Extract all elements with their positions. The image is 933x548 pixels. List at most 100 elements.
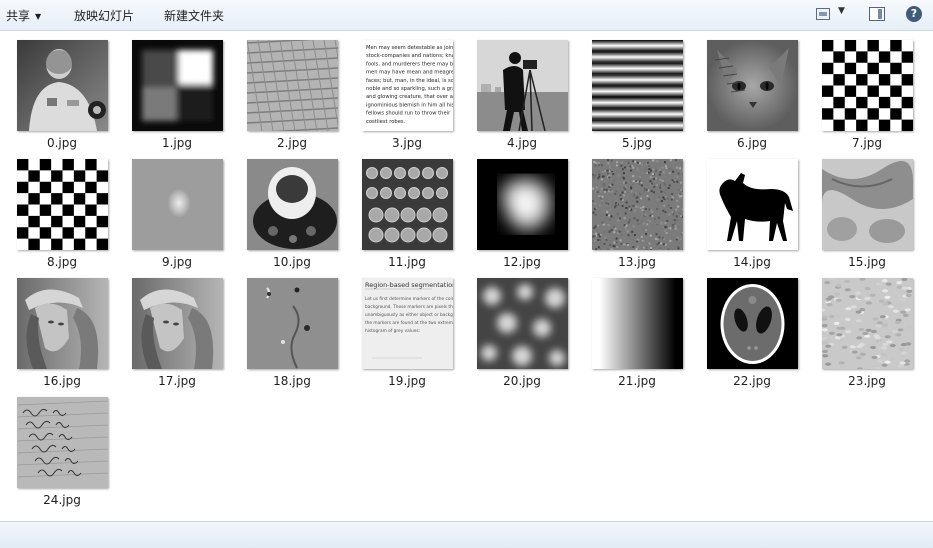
file-item[interactable]: 13.jpg [583,150,691,269]
file-thumbnail[interactable] [822,40,913,131]
share-label: 共享 [6,9,31,23]
file-item[interactable]: Men may seem detestable as joint stock-co… [353,31,461,150]
svg-text:Region-based segmentation: Region-based segmentation [365,281,453,289]
file-thumbnail[interactable] [707,278,798,369]
file-item[interactable]: 24.jpg [8,388,116,507]
svg-text:stock-companies and nations; k: stock-companies and nations; knaves, [366,53,453,59]
file-thumbnail[interactable] [17,397,108,488]
file-item[interactable]: 15.jpg [813,150,921,269]
file-thumbnail[interactable] [132,278,223,369]
file-item[interactable]: 16.jpg [8,269,116,388]
svg-text:unambiguously as either object: unambiguously as either object or backgr… [365,312,453,318]
file-thumbnail[interactable]: Men may seem detestable as joint stock-co… [362,40,453,131]
file-thumbnail[interactable] [822,278,913,369]
new-folder-button[interactable]: 新建文件夹 [164,7,224,24]
file-name: 15.jpg [848,255,886,269]
svg-text:and glowing creature, that ove: and glowing creature, that over any [366,94,453,100]
file-item[interactable]: 0.jpg [8,31,116,150]
file-name: 1.jpg [161,136,193,150]
file-item[interactable]: 21.jpg [583,269,691,388]
file-item[interactable]: 20.jpg [468,269,576,388]
file-item[interactable]: 6.jpg [698,31,806,150]
file-name: 17.jpg [158,374,196,388]
file-thumbnail[interactable] [592,278,683,369]
file-name: 3.jpg [391,136,423,150]
file-name: 24.jpg [43,493,81,507]
file-name: 2.jpg [276,136,308,150]
file-thumbnail[interactable] [362,159,453,250]
file-item[interactable]: 10.jpg [238,150,346,269]
file-name: 0.jpg [46,136,78,150]
file-name: 11.jpg [388,255,426,269]
svg-text:faces; but, man, in the ideal,: faces; but, man, in the ideal, is so [366,78,453,84]
view-options-icon[interactable] [816,8,830,20]
file-item[interactable]: Region-based segmentation Let us first de… [353,269,461,388]
file-item[interactable]: 23.jpg [813,269,921,388]
file-item[interactable]: 4.jpg [468,31,576,150]
file-name: 22.jpg [733,374,771,388]
file-thumbnail[interactable] [17,40,108,131]
file-thumbnail[interactable] [592,159,683,250]
file-name: 12.jpg [503,255,541,269]
file-item[interactable]: 1.jpg [123,31,231,150]
svg-text:noble and so sparkling, such a: noble and so sparkling, such a grand [366,86,453,92]
file-item[interactable]: 11.jpg [353,150,461,269]
file-name: 7.jpg [851,136,883,150]
file-thumbnail[interactable] [477,159,568,250]
svg-text:fools, and murderers there may: fools, and murderers there may be; [366,61,453,67]
file-name: 5.jpg [621,136,653,150]
file-thumbnail[interactable] [17,159,108,250]
file-name: 16.jpg [43,374,81,388]
file-item[interactable]: 12.jpg [468,150,576,269]
file-name: 20.jpg [503,374,541,388]
chevron-down-icon[interactable]: ▼ [838,6,845,16]
file-thumbnail[interactable] [132,40,223,131]
file-item[interactable]: 2.jpg [238,31,346,150]
slideshow-button[interactable]: 放映幻灯片 [74,7,134,24]
file-item[interactable]: 17.jpg [123,269,231,388]
file-item[interactable]: 18.jpg [238,269,346,388]
file-name: 10.jpg [273,255,311,269]
file-thumbnail[interactable] [132,159,223,250]
file-thumbnail[interactable] [707,40,798,131]
status-bar [0,521,933,548]
svg-text:Men may seem detestable as joi: Men may seem detestable as joint [366,45,453,51]
file-thumbnail[interactable] [477,40,568,131]
file-thumbnail[interactable] [477,278,568,369]
svg-text:background. These markers are: background. These markers are pixels tha… [365,304,453,310]
chevron-down-icon: ▼ [35,12,42,21]
file-name: 6.jpg [736,136,768,150]
svg-text:Let us first determine markers: Let us first determine markers of the co… [365,296,453,302]
command-bar: 共享 ▼ 放映幻灯片 新建文件夹 ▼ ? [0,0,933,31]
file-thumbnail[interactable] [707,159,798,250]
file-item[interactable]: 8.jpg [8,150,116,269]
file-item[interactable]: 14.jpg [698,150,806,269]
svg-text:costliest robes.: costliest robes. [366,119,406,125]
file-name: 8.jpg [46,255,78,269]
file-thumbnail[interactable] [17,278,108,369]
file-thumbnail[interactable] [592,40,683,131]
file-thumbnail[interactable] [247,40,338,131]
file-name: 23.jpg [848,374,886,388]
svg-text:ignominious blemish in him all: ignominious blemish in him all his [366,102,453,108]
file-thumbnail[interactable] [822,159,913,250]
file-name: 19.jpg [388,374,426,388]
file-list[interactable]: 0.jpg 1.jpg 2.jpg Men may seem detestable a… [0,31,933,521]
svg-text:the markers are found at the t: the markers are found at the two extreme… [365,320,453,326]
file-name: 18.jpg [273,374,311,388]
file-item[interactable]: 7.jpg [813,31,921,150]
share-button[interactable]: 共享 ▼ [6,7,41,24]
help-icon[interactable]: ? [906,6,922,22]
file-name: 13.jpg [618,255,656,269]
file-name: 21.jpg [618,374,656,388]
file-item[interactable]: 22.jpg [698,269,806,388]
file-thumbnail[interactable] [247,159,338,250]
file-item[interactable]: 9.jpg [123,150,231,269]
preview-pane-icon[interactable] [869,7,885,21]
file-thumbnail[interactable] [247,278,338,369]
file-item[interactable]: 5.jpg [583,31,691,150]
file-thumbnail[interactable]: Region-based segmentation Let us first de… [362,278,453,369]
file-name: 4.jpg [506,136,538,150]
svg-text:fellows should run to throw th: fellows should run to throw their [366,111,451,117]
svg-text:histogram of grey values:: histogram of grey values: [365,328,420,334]
